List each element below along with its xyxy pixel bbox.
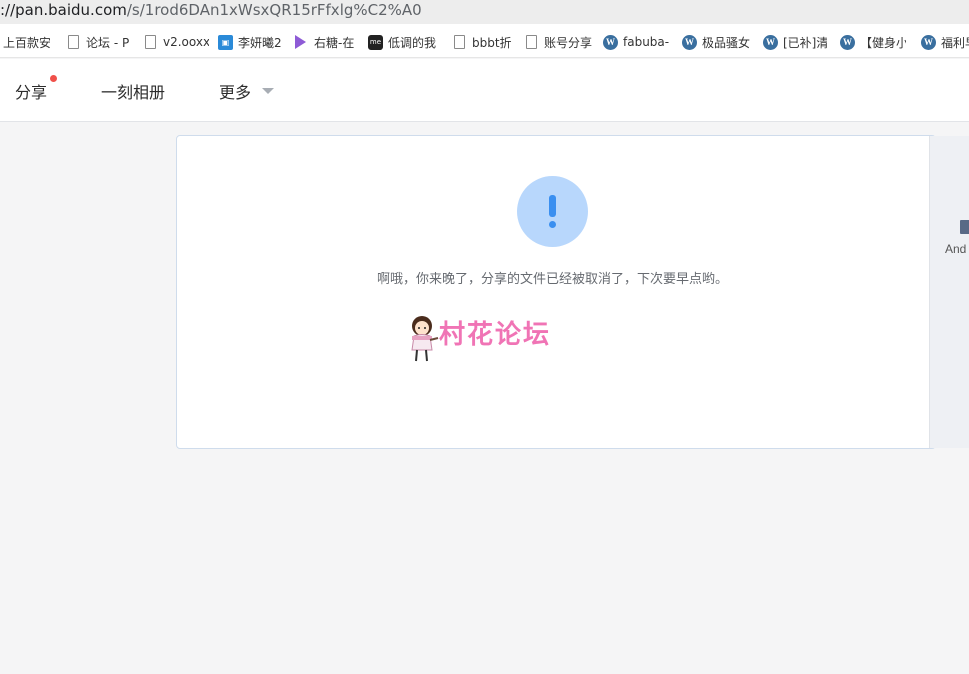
play-icon	[295, 35, 306, 49]
bookmark-label: 福利早	[941, 35, 969, 50]
url-text: ://pan.baidu.com/s/1rod6DAn1xWsxQR15rFfx…	[0, 1, 422, 19]
wordpress-icon: W	[682, 34, 697, 50]
bookmark-item[interactable]: 账号分享	[524, 33, 592, 51]
chevron-down-icon[interactable]	[262, 88, 274, 94]
nav-album[interactable]: 一刻相册	[101, 79, 165, 103]
bookmark-label: 右糖-在	[314, 35, 355, 50]
bookmark-item[interactable]: v2.ooxx	[143, 33, 209, 51]
girl-mascot-icon	[411, 316, 439, 362]
bookmark-label: 李妍曦2	[238, 35, 282, 50]
bookmark-item[interactable]: W 【健身小	[840, 33, 906, 51]
side-panel-label: And	[945, 242, 967, 256]
nav-more[interactable]: 更多	[219, 79, 251, 103]
exclamation-icon	[517, 176, 588, 247]
bookmark-label: [已补]清	[783, 35, 827, 50]
page-icon	[454, 35, 465, 49]
watermark-text: 村花论坛	[439, 320, 552, 350]
bookmark-item[interactable]: W 福利早	[921, 33, 969, 51]
notification-dot	[50, 75, 57, 82]
bookmark-item[interactable]: W fabuba-	[603, 33, 669, 51]
bookmark-label: fabuba-	[623, 35, 669, 49]
wordpress-icon: W	[763, 34, 778, 50]
bookmark-label: 账号分享	[544, 35, 592, 50]
bookmark-label: v2.ooxx	[163, 35, 209, 49]
bookmark-item[interactable]: W [已补]清	[763, 33, 827, 51]
bookmark-label: 【健身小	[860, 35, 906, 50]
bookmark-item[interactable]: bbbt折	[452, 33, 518, 51]
app-icon	[960, 220, 969, 234]
bookmark-item[interactable]: me 低调的我	[368, 33, 436, 51]
bookmark-label: 极品骚女	[702, 35, 750, 50]
bookmark-item[interactable]: 论坛 - P	[66, 33, 130, 51]
bookmark-label: 低调的我	[388, 35, 436, 50]
bookmark-item[interactable]: ▣ 李妍曦2	[218, 33, 282, 51]
me-icon: me	[368, 34, 383, 50]
bookmark-item[interactable]: 右糖-在	[295, 33, 356, 51]
side-app-panel[interactable]: And	[929, 136, 969, 448]
expired-message: 啊哦，你来晚了，分享的文件已经被取消了，下次要早点哟。	[376, 271, 728, 286]
page-icon	[145, 35, 156, 49]
page-icon	[68, 35, 79, 49]
bookmark-item[interactable]: W 极品骚女	[682, 33, 750, 51]
site-navbar: 分享 一刻相册 更多	[0, 59, 969, 122]
blue-app-icon: ▣	[218, 34, 233, 50]
bookmarks-bar: 上百款安 论坛 - P v2.ooxx ▣ 李妍曦2 右糖-在 me 低调的我 …	[0, 24, 969, 58]
url-path: /s/1rod6DAn1xWsxQR15rFfxlg%C2%A0	[126, 1, 422, 19]
bookmark-label: 上百款安	[3, 35, 50, 50]
wordpress-icon: W	[921, 34, 936, 50]
wordpress-icon: W	[840, 34, 855, 50]
wordpress-icon: W	[603, 34, 618, 50]
share-expired-card: 啊哦，你来晚了，分享的文件已经被取消了，下次要早点哟。 村花论坛	[176, 135, 936, 449]
bookmark-item[interactable]: 上百款安	[3, 33, 50, 51]
nav-share[interactable]: 分享	[15, 79, 47, 103]
url-host: ://pan.baidu.com	[0, 1, 127, 19]
address-bar[interactable]: ://pan.baidu.com/s/1rod6DAn1xWsxQR15rFfx…	[0, 0, 969, 24]
page-icon	[526, 35, 537, 49]
bookmark-label: 论坛 - P	[86, 35, 130, 50]
bookmark-label: bbbt折	[472, 35, 512, 50]
